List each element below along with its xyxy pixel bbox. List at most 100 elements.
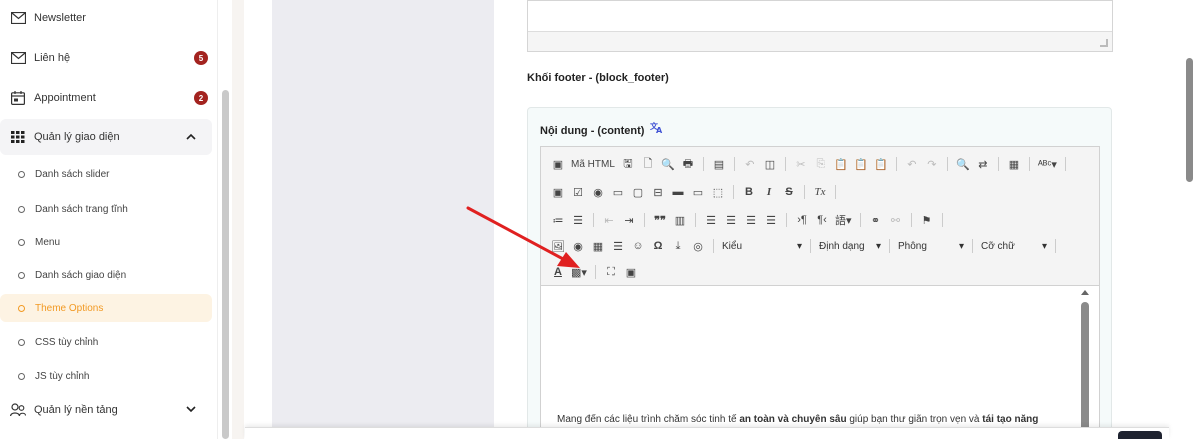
align-center-icon[interactable]: ☰ — [724, 212, 738, 228]
subitem-label: Danh sách slider — [35, 168, 110, 180]
copy-icon[interactable]: ⎘ — [814, 156, 828, 172]
editor-content[interactable]: Mang đến các liệu trình chăm sóc tinh tế… — [540, 286, 1100, 439]
select-field-icon[interactable]: ⊟ — [651, 184, 665, 200]
print-icon[interactable]: 🖶 — [681, 156, 695, 172]
resize-grip-icon[interactable] — [1100, 39, 1108, 47]
toolbar-row: 🖼 ◉ ▦ ☰ ☺ Ω ⤓ ◎ Kiểu ▾ Định dạng ▾ Phông… — [551, 235, 1058, 257]
preview-icon[interactable]: 🔍 — [661, 156, 675, 172]
sidebar-scrollbar[interactable] — [222, 90, 229, 439]
grid-icon — [10, 129, 26, 145]
radio-icon[interactable]: ◉ — [591, 184, 605, 200]
horizontal-rule-icon[interactable]: ☰ — [611, 238, 625, 254]
textfield-icon[interactable]: ▭ — [611, 184, 625, 200]
paste-icon[interactable]: 📋 — [834, 156, 848, 172]
cut-icon[interactable]: ✂ — [794, 156, 808, 172]
new-page-icon[interactable]: 🗋 — [641, 156, 655, 172]
rtl-icon[interactable]: ¶‹ — [815, 212, 829, 228]
numbered-list-icon[interactable]: ≔ — [551, 212, 565, 228]
toolbar-separator — [972, 239, 973, 253]
toolbar-separator — [695, 213, 696, 227]
maximize-icon[interactable]: ⛶ — [604, 264, 618, 280]
save-icon[interactable]: 🖫 — [621, 156, 635, 172]
show-blocks-icon[interactable]: ◫ — [763, 156, 777, 172]
indent-icon[interactable]: ⇥ — [622, 212, 636, 228]
strike-button[interactable]: S — [782, 184, 796, 200]
toolbar-separator — [859, 213, 861, 227]
bold-button[interactable]: B — [742, 184, 756, 200]
iframe-icon[interactable]: ◎ — [691, 238, 705, 254]
redo-icon[interactable]: ↷ — [925, 156, 939, 172]
toolbar-separator — [1055, 239, 1056, 253]
bottom-action-button[interactable] — [1118, 431, 1162, 439]
text-color-icon[interactable]: A — [551, 264, 565, 280]
editor-scrollbar[interactable] — [1081, 302, 1089, 439]
image-button-icon[interactable]: ▭ — [691, 184, 705, 200]
sidebar-item-contact[interactable]: Liên hệ 5 — [0, 40, 212, 76]
button-field-icon[interactable]: ▬ — [671, 184, 685, 200]
page-scrollbar[interactable] — [1186, 58, 1193, 182]
font-select[interactable]: Phông ▾ — [898, 241, 964, 252]
previous-editor[interactable] — [527, 0, 1113, 52]
align-justify-icon[interactable]: ☰ — [764, 212, 778, 228]
sidebar-item-newsletter[interactable]: Newsletter — [0, 0, 212, 36]
source-button[interactable]: Mã HTML — [571, 156, 615, 172]
sidebar-item-platform-management[interactable]: Quản lý nền tảng — [0, 392, 212, 428]
show-blocks-icon[interactable]: ▣ — [624, 264, 638, 280]
sidebar-subitem-custom-css[interactable]: CSS tùy chỉnh — [0, 328, 212, 356]
editor-text: Mang đến các liệu trình chăm sóc tinh tế — [557, 414, 740, 425]
div-container-icon[interactable]: ▥ — [673, 212, 687, 228]
special-char-icon[interactable]: Ω — [651, 238, 665, 254]
unlink-icon[interactable]: ⚯ — [889, 212, 903, 228]
flash-icon[interactable]: ◉ — [571, 238, 585, 254]
scroll-up-arrow-icon[interactable] — [1081, 290, 1089, 295]
image-icon[interactable]: 🖼 — [551, 238, 565, 254]
bulleted-list-icon[interactable]: ☰ — [571, 212, 585, 228]
ltr-icon[interactable]: ›¶ — [795, 212, 809, 228]
paste-word-icon[interactable]: 📋 — [874, 156, 888, 172]
link-icon[interactable]: ⚭ — [869, 212, 883, 228]
blockquote-icon[interactable]: ❞❞ — [653, 212, 667, 228]
templates-icon[interactable]: ▤ — [712, 156, 726, 172]
mail-icon — [10, 50, 26, 66]
align-left-icon[interactable]: ☰ — [704, 212, 718, 228]
svg-text:A: A — [656, 126, 663, 133]
sidebar-subitem-menu[interactable]: Menu — [0, 228, 212, 256]
undo-arrow-icon[interactable]: ↶ — [743, 156, 757, 172]
select-all-icon[interactable]: ▦ — [1007, 156, 1021, 172]
sidebar-subitem-custom-js[interactable]: JS tùy chỉnh — [0, 362, 212, 390]
format-select[interactable]: Định dạng ▾ — [819, 241, 881, 252]
italic-button[interactable]: I — [762, 184, 776, 200]
sidebar-subitem-static-pages[interactable]: Danh sách trang tĩnh — [0, 195, 212, 223]
sidebar-item-appointment[interactable]: Appointment 2 — [0, 80, 212, 116]
outdent-icon[interactable]: ⇤ — [602, 212, 616, 228]
source-icon[interactable]: ▣ — [551, 156, 565, 172]
find-icon[interactable]: 🔍 — [956, 156, 970, 172]
align-right-icon[interactable]: ☰ — [744, 212, 758, 228]
toolbar-separator — [733, 185, 734, 199]
sidebar-subitem-theme-options[interactable]: Theme Options — [0, 294, 212, 322]
hidden-field-icon[interactable]: ⬚ — [711, 184, 725, 200]
bg-color-icon[interactable]: ▩▾ — [571, 264, 587, 280]
form-icon[interactable]: ▣ — [551, 184, 565, 200]
subitem-label: JS tùy chỉnh — [35, 370, 90, 382]
undo-icon[interactable]: ↶ — [905, 156, 919, 172]
remove-format-button[interactable]: Tx — [813, 184, 827, 200]
left-column-panel — [272, 0, 494, 439]
replace-icon[interactable]: ⇄ — [976, 156, 990, 172]
count-badge: 5 — [194, 51, 208, 65]
smiley-icon[interactable]: ☺ — [631, 238, 645, 254]
size-select[interactable]: Cỡ chữ ▾ — [981, 241, 1047, 252]
paste-text-icon[interactable]: 📋 — [854, 156, 868, 172]
table-icon[interactable]: ▦ — [591, 238, 605, 254]
language-icon[interactable]: 語▾ — [835, 212, 852, 228]
style-select[interactable]: Kiểu ▾ — [722, 241, 802, 252]
sidebar-item-ui-management[interactable]: Quản lý giao diện — [0, 119, 212, 155]
translate-icon[interactable]: 文A — [650, 121, 664, 136]
anchor-flag-icon[interactable]: ⚑ — [920, 212, 934, 228]
sidebar-subitem-slider-list[interactable]: Danh sách slider — [0, 160, 212, 188]
textarea-icon[interactable]: ▢ — [631, 184, 645, 200]
checkbox-icon[interactable]: ☑ — [571, 184, 585, 200]
page-break-icon[interactable]: ⤓ — [671, 238, 685, 254]
spellcheck-icon[interactable]: ᴬᴮᶜ▾ — [1038, 156, 1057, 172]
sidebar-subitem-themes[interactable]: Danh sách giao diện — [0, 261, 212, 289]
